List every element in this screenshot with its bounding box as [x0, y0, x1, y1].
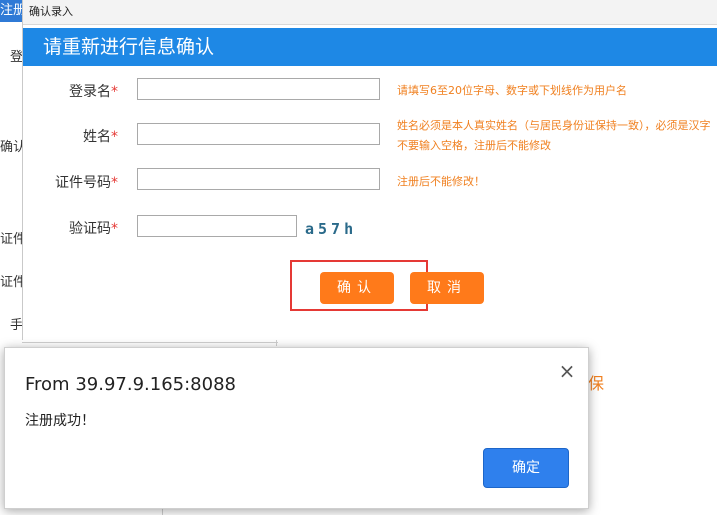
background-label-save: 保 [588, 374, 605, 393]
name-label: 姓名* [83, 129, 118, 145]
username-label: 登录名* [69, 84, 118, 100]
confirm-dialog: 确认录入 请重新进行信息确认 登录名* 请填写6至20位字母、数字或下划线作为用… [22, 0, 717, 340]
id-number-label: 证件号码* [55, 175, 118, 191]
name-hint-2: 不要输入空格，注册后不能修改 [397, 139, 551, 152]
dialog-window-title: 确认录入 [29, 5, 73, 18]
required-mark: * [111, 84, 118, 100]
required-mark: * [111, 175, 118, 191]
confirm-button[interactable]: 确认 [320, 272, 394, 304]
captcha-label: 验证码* [69, 221, 118, 237]
id-number-hint: 注册后不能修改！ [397, 175, 485, 188]
required-mark: * [111, 221, 118, 237]
close-icon[interactable]: × [556, 360, 578, 382]
captcha-input[interactable] [137, 215, 297, 237]
dialog-titlebar: 确认录入 [23, 0, 717, 25]
background-divider [22, 342, 278, 343]
username-input[interactable] [137, 78, 380, 100]
alert-title: From 39.97.9.165:8088 [25, 374, 236, 395]
alert-ok-button[interactable]: 确定 [483, 448, 569, 488]
username-hint: 请填写6至20位字母、数字或下划线作为用户名 [397, 84, 627, 97]
alert-dialog: From 39.97.9.165:8088 × 注册成功！ 确定 [4, 347, 589, 509]
dialog-banner: 请重新进行信息确认 [23, 28, 717, 66]
alert-message: 注册成功！ [25, 413, 95, 429]
required-mark: * [111, 129, 118, 145]
name-hint: 姓名必须是本人真实姓名（与居民身份证保持一致），必须是汉字 [397, 119, 711, 132]
name-input[interactable] [137, 123, 380, 145]
captcha-image[interactable]: a57h [305, 220, 357, 238]
dialog-banner-title: 请重新进行信息确认 [43, 36, 215, 58]
cancel-button[interactable]: 取消 [410, 272, 484, 304]
id-number-input[interactable] [137, 168, 380, 190]
